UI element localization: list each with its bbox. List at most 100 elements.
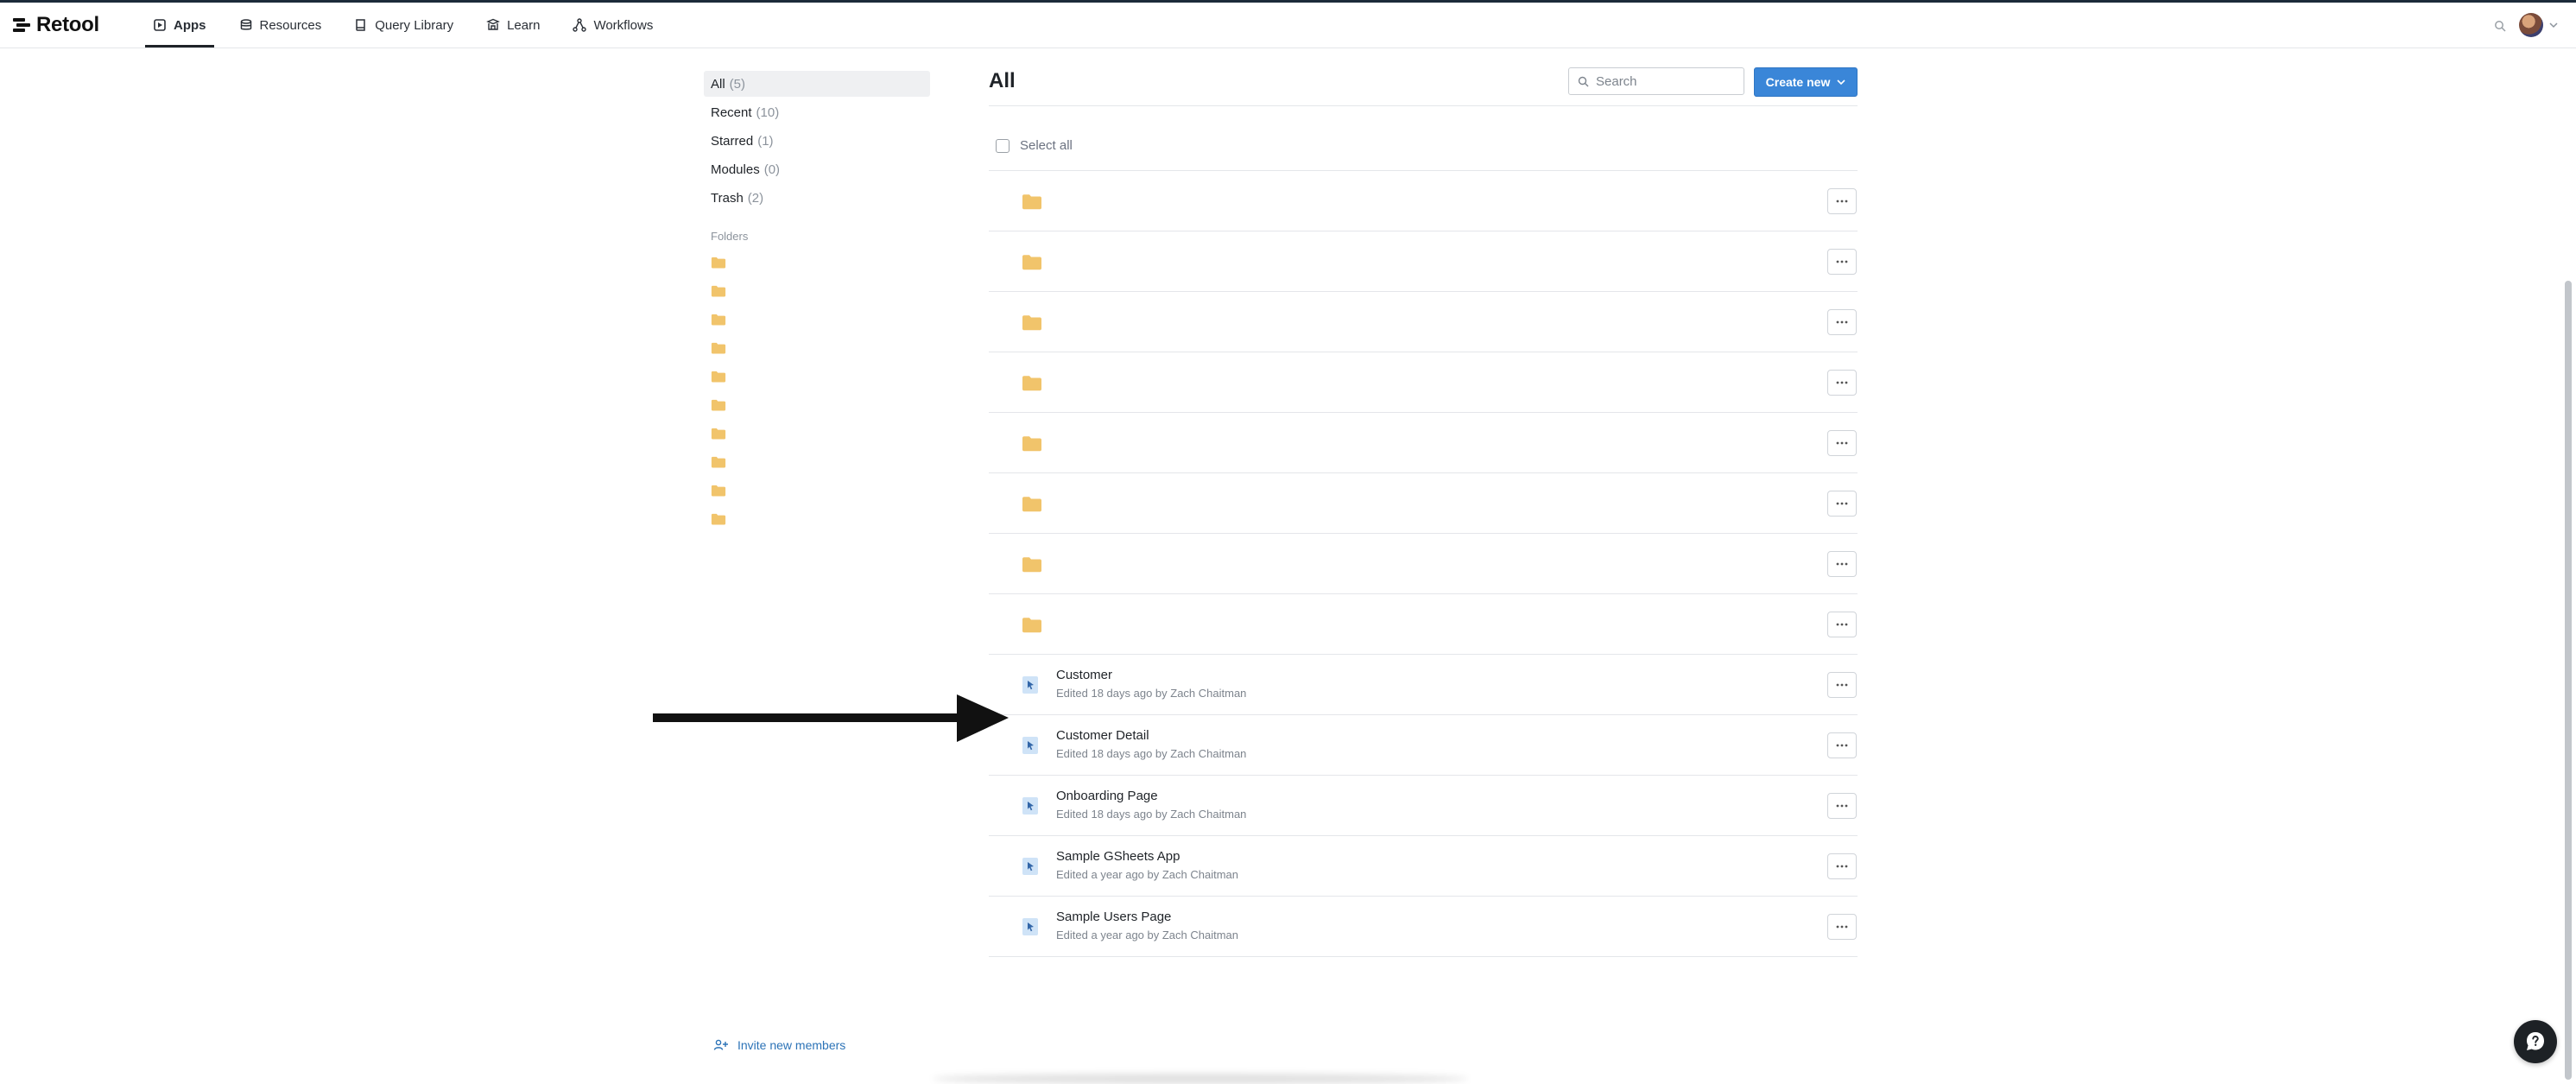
nav-item-workflows[interactable]: Workflows	[565, 3, 661, 48]
user-avatar[interactable]	[2519, 13, 2543, 37]
more-options-button[interactable]	[1827, 430, 1857, 456]
app-name: Onboarding Page	[1056, 789, 1158, 803]
more-options-button[interactable]	[1827, 914, 1857, 940]
ellipsis-icon	[1836, 744, 1848, 747]
chevron-down-icon[interactable]	[2549, 22, 2558, 29]
folder-row[interactable]	[989, 292, 1858, 352]
sidebar-item-modules[interactable]: Modules (0)	[704, 156, 930, 182]
folder-icon	[1022, 436, 1041, 452]
app-row[interactable]: Sample GSheets App Edited a year ago by …	[989, 836, 1858, 897]
folder-row[interactable]	[989, 352, 1858, 413]
invite-members-link[interactable]: Invite new members	[713, 1038, 845, 1052]
folder-row[interactable]	[989, 171, 1858, 231]
divider	[989, 105, 1858, 106]
sidebar-folder-item[interactable]	[704, 276, 930, 305]
app-row[interactable]: Customer Edited 18 days ago by Zach Chai…	[989, 655, 1858, 715]
folder-row[interactable]	[989, 534, 1858, 594]
more-options-button[interactable]	[1827, 370, 1857, 396]
nav-item-query-library[interactable]: Query Library	[346, 3, 461, 48]
app-edited-meta: Edited 18 days ago by Zach Chaitman	[1056, 687, 1247, 700]
sidebar-folder-item[interactable]	[704, 305, 930, 333]
folder-icon	[711, 257, 726, 268]
nav-item-apps[interactable]: Apps	[145, 3, 214, 48]
sidebar-item-count: (5)	[729, 76, 746, 92]
scroll-shadow	[933, 1074, 1468, 1084]
folder-icon	[1022, 618, 1041, 633]
help-chat-icon	[2527, 1032, 2544, 1050]
folder-icon	[711, 513, 726, 524]
app-folder-list: Customer Edited 18 days ago by Zach Chai…	[989, 171, 1858, 957]
ellipsis-icon	[1836, 441, 1848, 445]
folder-row[interactable]	[989, 413, 1858, 473]
sidebar-item-recent[interactable]: Recent (10)	[704, 99, 930, 125]
scrollbar[interactable]	[2565, 281, 2572, 1080]
more-options-button[interactable]	[1827, 672, 1857, 698]
ellipsis-icon	[1836, 381, 1848, 384]
sidebar-item-all[interactable]: All (5)	[704, 71, 930, 97]
more-options-button[interactable]	[1827, 732, 1857, 758]
ellipsis-icon	[1836, 320, 1848, 324]
ellipsis-icon	[1836, 502, 1848, 505]
sidebar-item-trash[interactable]: Trash (2)	[704, 185, 930, 211]
search-input[interactable]	[1594, 73, 1736, 90]
more-options-button[interactable]	[1827, 853, 1857, 879]
ellipsis-icon	[1836, 865, 1848, 868]
nav-item-learn[interactable]: Learn	[478, 3, 547, 48]
app-icon	[1022, 737, 1038, 754]
school-icon	[486, 18, 500, 30]
folder-icon	[711, 371, 726, 382]
folder-row[interactable]	[989, 231, 1858, 292]
folders-heading: Folders	[711, 230, 749, 243]
folder-icon	[1022, 255, 1041, 270]
retool-logo[interactable]: Retool	[12, 13, 99, 37]
sidebar-folder-item[interactable]	[704, 362, 930, 390]
apps-icon	[154, 19, 166, 31]
sidebar-item-count: (10)	[756, 105, 780, 120]
sidebar-folder-item[interactable]	[704, 390, 930, 419]
folder-icon	[711, 314, 726, 325]
folder-row[interactable]	[989, 594, 1858, 655]
sidebar-folder-item[interactable]	[704, 504, 930, 533]
create-new-button[interactable]: Create new	[1754, 67, 1858, 97]
more-options-button[interactable]	[1827, 188, 1857, 214]
app-row[interactable]: Onboarding Page Edited 18 days ago by Za…	[989, 776, 1858, 836]
app-name: Retool	[36, 13, 99, 36]
sidebar-item-label: Trash	[711, 190, 744, 206]
app-edited-meta: Edited 18 days ago by Zach Chaitman	[1056, 747, 1247, 760]
sidebar-folder-item[interactable]	[704, 476, 930, 504]
more-options-button[interactable]	[1827, 793, 1857, 819]
ellipsis-icon	[1836, 260, 1848, 263]
app-edited-meta: Edited 18 days ago by Zach Chaitman	[1056, 808, 1247, 821]
search-icon[interactable]	[2494, 20, 2506, 32]
search-field[interactable]	[1568, 67, 1744, 95]
sidebar-folder-item[interactable]	[704, 447, 930, 476]
app-row[interactable]: Customer Detail Edited 18 days ago by Za…	[989, 715, 1858, 776]
more-options-button[interactable]	[1827, 309, 1857, 335]
nav-item-resources[interactable]: Resources	[231, 3, 330, 48]
sidebar-folder-item[interactable]	[704, 333, 930, 362]
checkbox[interactable]	[996, 138, 1010, 153]
sidebar-folder-item[interactable]	[704, 419, 930, 447]
more-options-button[interactable]	[1827, 551, 1857, 577]
more-options-button[interactable]	[1827, 491, 1857, 517]
app-name: Sample Users Page	[1056, 910, 1172, 924]
sidebar-folder-item[interactable]	[704, 248, 930, 276]
book-icon	[356, 19, 365, 31]
folder-icon	[711, 285, 726, 296]
sidebar-folder-list	[704, 248, 930, 533]
sidebar-item-starred[interactable]: Starred (1)	[704, 128, 930, 154]
app-icon	[1022, 858, 1038, 875]
sidebar-item-count: (2)	[747, 190, 764, 206]
retool-logo-icon	[13, 18, 30, 32]
app-row[interactable]: Sample Users Page Edited a year ago by Z…	[989, 897, 1858, 957]
search-icon	[1578, 76, 1589, 86]
more-options-button[interactable]	[1827, 249, 1857, 275]
folder-row[interactable]	[989, 473, 1858, 534]
app-name: Customer	[1056, 668, 1113, 682]
app-edited-meta: Edited a year ago by Zach Chaitman	[1056, 868, 1239, 881]
help-button[interactable]	[2514, 1020, 2557, 1063]
folder-icon	[711, 399, 726, 410]
workflow-icon	[573, 18, 587, 32]
more-options-button[interactable]	[1827, 612, 1857, 637]
select-all-checkbox[interactable]: Select all	[996, 138, 1073, 153]
